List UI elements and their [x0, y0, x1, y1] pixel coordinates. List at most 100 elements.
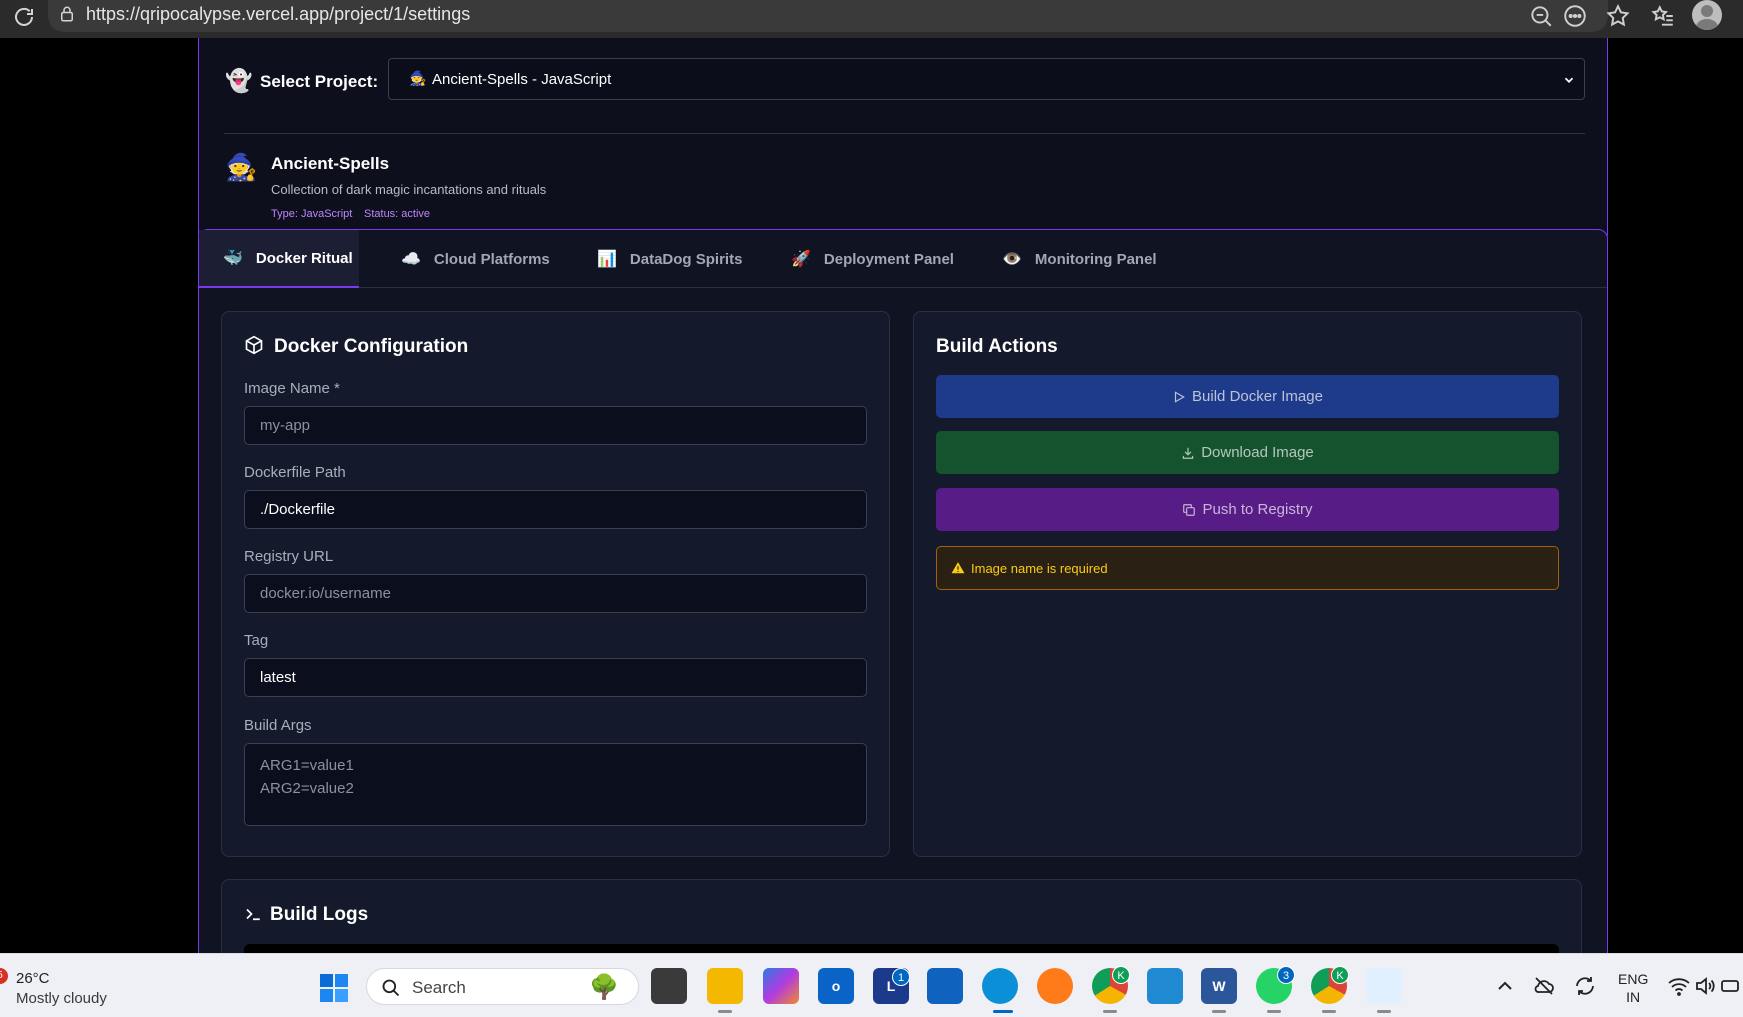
build-logs-card: Build Logs [221, 879, 1582, 953]
wizard-icon: 🧙 [225, 152, 258, 182]
tree-icon: 🌳 [589, 974, 619, 1001]
project-select[interactable]: 🧙 Ancient-Spells - JavaScript [388, 58, 1585, 100]
tab-label: Docker Ritual [255, 249, 353, 267]
address-bar[interactable]: https://qripocalypse.vercel.app/project/… [48, 0, 1608, 32]
tab-label: Deployment Panel [823, 250, 954, 268]
windows-start-icon[interactable] [318, 972, 350, 1004]
rocket-icon: 🚀 [791, 251, 811, 268]
project-type-badge: Type: JavaScript [271, 208, 353, 220]
project-select-value: Ancient-Spells - JavaScript [432, 71, 612, 88]
language-indicator[interactable]: ENG IN [1618, 970, 1648, 1006]
download-button-label: Download Image [1201, 444, 1314, 461]
search-placeholder: Search [412, 978, 466, 997]
validation-warning: Image name is required [936, 546, 1559, 590]
tab-docker-ritual[interactable]: 🐳 Docker Ritual [199, 230, 359, 288]
region-code: IN [1626, 989, 1641, 1005]
build-args-placeholder-line: ARG2=value2 [260, 780, 354, 797]
page-content: 👻 Select Project: 🧙 Ancient-Spells - Jav… [0, 38, 1743, 953]
language-code: ENG [1618, 971, 1649, 987]
tab-datadog-spirits[interactable]: 📊 DataDog Spirits [597, 230, 742, 288]
wizard-icon: 🧙 [409, 70, 427, 86]
sync-icon[interactable] [1573, 974, 1597, 998]
image-name-label: Image Name * [244, 380, 340, 397]
play-icon [1174, 390, 1185, 403]
tab-cloud-platforms[interactable]: ☁️ Cloud Platforms [401, 230, 550, 288]
project-description: Collection of dark magic incantations an… [271, 182, 547, 197]
push-button-label: Push to Registry [1202, 501, 1313, 518]
chrome-profile-badge: K [1112, 966, 1130, 984]
build-button-label: Build Docker Image [1192, 388, 1323, 405]
outlook-icon[interactable]: o [818, 968, 854, 1004]
zoom-out-icon[interactable] [1528, 3, 1554, 29]
vscode-icon[interactable] [1147, 968, 1183, 1004]
file-explorer-icon[interactable] [707, 968, 743, 1004]
chart-icon: 📊 [597, 251, 617, 268]
download-image-button[interactable]: Download Image [936, 431, 1559, 474]
tab-bar: 🐳 Docker Ritual ☁️ Cloud Platforms 📊 Dat… [199, 230, 1607, 288]
docker-configuration-title: Docker Configuration [274, 336, 469, 357]
battery-icon[interactable] [1719, 974, 1743, 998]
whatsapp-badge: 3 [1277, 966, 1295, 984]
docker-configuration-card: Docker Configuration Image Name * my-app… [221, 311, 890, 857]
registry-url-input[interactable]: docker.io/username [244, 574, 867, 613]
tab-label: Monitoring Panel [1034, 250, 1157, 268]
snipping-tool-icon[interactable] [1366, 968, 1402, 1004]
taskbar-search[interactable]: Search 🌳 [366, 968, 639, 1005]
tab-deployment-panel[interactable]: 🚀 Deployment Panel [791, 230, 954, 288]
lock-icon[interactable] [58, 4, 76, 24]
select-project-label: Select Project: [260, 72, 379, 91]
build-docker-image-button[interactable]: Build Docker Image [936, 375, 1559, 418]
tag-input[interactable]: latest [244, 658, 867, 697]
weather-description[interactable]: Mostly cloudy [16, 990, 107, 1007]
microsoft-store-icon[interactable] [927, 968, 963, 1004]
wifi-icon[interactable] [1667, 974, 1691, 998]
build-logs-console [244, 944, 1559, 953]
build-args-textarea[interactable]: ARG1=value1 ARG2=value2 [244, 743, 867, 826]
tag-label: Tag [244, 632, 269, 649]
dockerfile-path-label: Dockerfile Path [244, 464, 346, 481]
push-to-registry-button[interactable]: Push to Registry [936, 488, 1559, 531]
taskbar: 5 26°C Mostly cloudy Search 🌳 o L 1 K W … [0, 953, 1743, 1017]
firefox-icon[interactable] [1037, 968, 1073, 1004]
build-actions-title: Build Actions [936, 336, 1058, 357]
task-view-icon[interactable] [651, 968, 687, 1004]
dockerfile-path-input[interactable]: ./Dockerfile [244, 490, 867, 529]
registry-url-label: Registry URL [244, 548, 334, 565]
project-status-badge: Status: active [364, 208, 431, 220]
eye-icon: 👁️ [1002, 251, 1022, 268]
image-name-input[interactable]: my-app [244, 406, 867, 445]
chevron-up-icon[interactable] [1493, 974, 1517, 998]
l-app-badge: 1 [892, 968, 910, 986]
tab-label: Cloud Platforms [433, 250, 550, 268]
word-icon[interactable]: W [1201, 968, 1237, 1004]
tab-monitoring-panel[interactable]: 👁️ Monitoring Panel [1002, 230, 1157, 288]
project-name: Ancient-Spells [271, 154, 390, 173]
edge-browser-icon[interactable] [982, 968, 1018, 1004]
chevron-down-icon [1564, 77, 1574, 83]
favorites-list-icon[interactable] [1650, 3, 1676, 29]
cube-icon [245, 335, 263, 355]
tab-label: DataDog Spirits [629, 250, 743, 268]
search-icon [382, 979, 400, 997]
reload-icon[interactable] [12, 5, 36, 29]
whale-icon: 🐳 [223, 250, 243, 267]
copy-icon [1183, 503, 1196, 516]
favorite-star-icon[interactable] [1605, 3, 1631, 29]
settings-panel: 🐳 Docker Ritual ☁️ Cloud Platforms 📊 Dat… [198, 229, 1608, 953]
url-text[interactable]: https://qripocalypse.vercel.app/project/… [86, 4, 470, 25]
copilot-icon[interactable] [763, 968, 799, 1004]
terminal-icon [246, 908, 260, 921]
build-args-placeholder-line: ARG1=value1 [260, 757, 354, 774]
profile-avatar[interactable] [1692, 0, 1722, 30]
weather-badge: 5 [0, 968, 8, 984]
download-icon [1182, 447, 1194, 459]
build-args-label: Build Args [244, 717, 312, 734]
cloud-offline-icon[interactable] [1532, 974, 1556, 998]
cloud-icon: ☁️ [401, 251, 421, 268]
browser-toolbar: https://qripocalypse.vercel.app/project/… [0, 0, 1743, 38]
weather-temperature[interactable]: 26°C [16, 970, 50, 987]
more-options-icon[interactable] [1562, 3, 1588, 29]
ghost-icon: 👻 [225, 68, 253, 93]
chrome-profile-badge: K [1331, 966, 1349, 984]
volume-icon[interactable] [1693, 974, 1717, 998]
